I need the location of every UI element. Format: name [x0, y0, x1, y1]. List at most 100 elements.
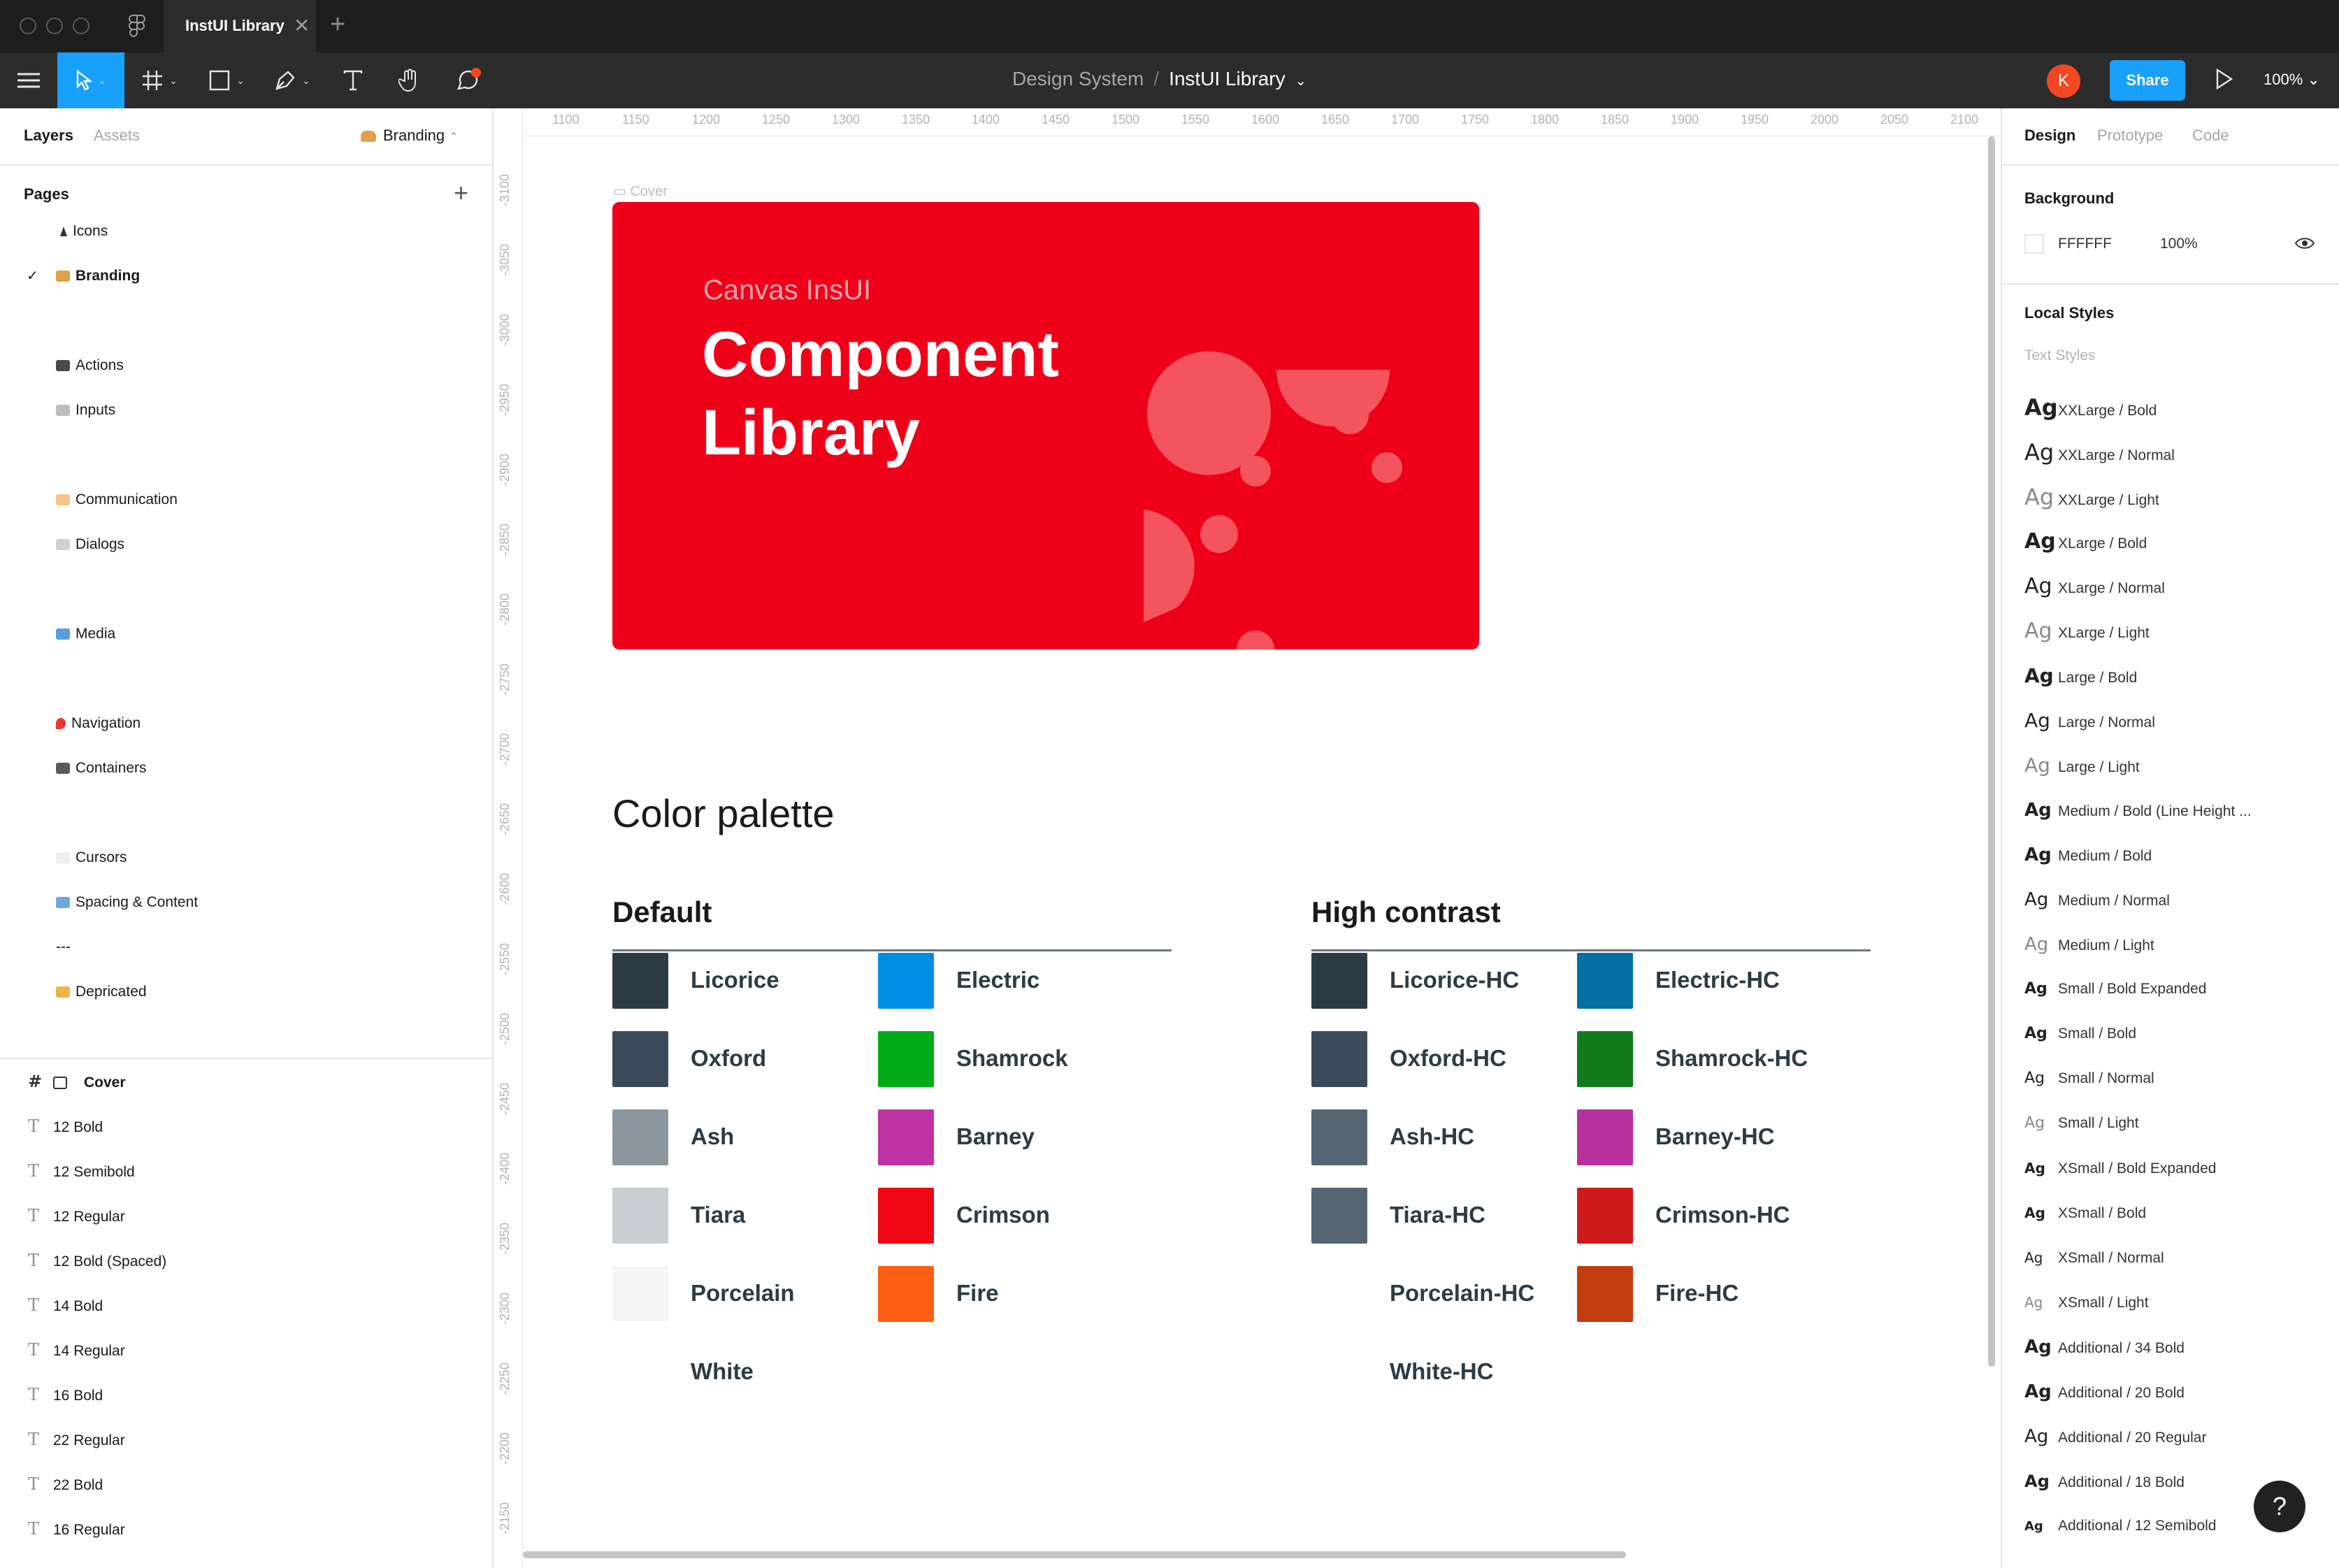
page-item[interactable]: ✓ Branding: [0, 262, 489, 290]
frame-label-cover[interactable]: ▭ Cover: [613, 182, 668, 200]
hand-tool-button[interactable]: [383, 52, 436, 108]
color-swatch[interactable]: [612, 1266, 668, 1322]
text-style-item[interactable]: Ag Large / Normal: [2024, 707, 2318, 735]
color-swatch[interactable]: [1577, 1109, 1633, 1165]
text-style-item[interactable]: Ag Small / Bold Expanded: [2024, 975, 2318, 1003]
background-hex-input[interactable]: FFFFFF: [2058, 236, 2112, 252]
color-swatch[interactable]: [1577, 1031, 1633, 1087]
tab-instui-library[interactable]: InstUI Library ✕: [164, 0, 316, 52]
color-swatch[interactable]: [612, 1031, 668, 1087]
zoom-window-button[interactable]: [73, 17, 89, 34]
layer-text[interactable]: T 12 Regular: [28, 1202, 475, 1230]
text-style-item[interactable]: AgXXLarge / Bold: [2024, 394, 2318, 422]
color-swatch[interactable]: [878, 1031, 934, 1087]
background-opacity-input[interactable]: 100%: [2160, 236, 2198, 252]
layer-frame-cover[interactable]: # Cover: [28, 1067, 475, 1095]
layer-text[interactable]: T 16 Regular: [28, 1515, 475, 1543]
layer-text[interactable]: T 16 Bold: [28, 1381, 475, 1409]
share-button[interactable]: Share: [2110, 60, 2185, 101]
text-style-item[interactable]: Ag Medium / Bold: [2024, 841, 2318, 869]
text-style-item[interactable]: Ag Large / Bold: [2024, 662, 2318, 690]
color-swatch[interactable]: [1311, 1266, 1367, 1322]
page-item[interactable]: Actions: [0, 352, 489, 380]
layer-text[interactable]: T 14 Bold: [28, 1291, 475, 1319]
text-style-item[interactable]: Ag Additional / 20 Regular: [2024, 1423, 2318, 1451]
text-style-item[interactable]: Ag XLarge / Normal: [2024, 573, 2318, 600]
main-menu-button[interactable]: [0, 52, 57, 108]
color-swatch[interactable]: [1577, 1266, 1633, 1322]
current-page-dropdown[interactable]: Branding ⌃: [361, 127, 459, 145]
new-tab-button[interactable]: +: [330, 10, 345, 40]
minimize-window-button[interactable]: [46, 17, 63, 34]
page-item[interactable]: Containers: [0, 754, 489, 782]
color-swatch[interactable]: [1311, 1109, 1367, 1165]
color-swatch[interactable]: [1577, 953, 1633, 1009]
text-style-item[interactable]: Ag XSmall / Normal: [2024, 1244, 2318, 1272]
text-style-item[interactable]: Ag XSmall / Light: [2024, 1288, 2318, 1316]
page-item[interactable]: Depricated: [0, 978, 489, 1006]
color-swatch[interactable]: [878, 953, 934, 1009]
tab-layers[interactable]: Layers: [24, 127, 73, 145]
text-style-item[interactable]: Ag XSmall / Bold Expanded: [2024, 1154, 2318, 1182]
layer-text[interactable]: T 14 Regular: [28, 1336, 475, 1364]
text-style-item[interactable]: Ag Additional / 20 Bold: [2024, 1378, 2318, 1406]
text-style-item[interactable]: Ag XXLarge / Normal: [2024, 438, 2318, 466]
page-item[interactable]: ---: [0, 933, 489, 961]
page-item[interactable]: Dialogs: [0, 531, 489, 559]
layer-text[interactable]: T 12 Bold (Spaced): [28, 1246, 475, 1274]
page-item[interactable]: Navigation: [0, 710, 489, 738]
layer-text[interactable]: T 12 Bold: [28, 1112, 475, 1140]
text-style-item[interactable]: Ag Medium / Normal: [2024, 886, 2318, 914]
tab-prototype[interactable]: Prototype: [2097, 127, 2163, 145]
color-swatch[interactable]: [1577, 1188, 1633, 1244]
add-page-button[interactable]: +: [454, 178, 468, 208]
tab-code[interactable]: Code: [2192, 127, 2229, 145]
design-canvas[interactable]: 1100 1150 1200 1250 1300 1350 1400 1450 1500 1550…: [495, 108, 2001, 1568]
horizontal-scrollbar[interactable]: [523, 1551, 1626, 1558]
present-play-icon[interactable]: [2213, 67, 2234, 91]
figma-logo-icon[interactable]: [127, 14, 147, 38]
color-swatch[interactable]: [878, 1188, 934, 1244]
page-item[interactable]: Spacing & Content: [0, 889, 489, 916]
color-swatch[interactable]: [878, 1266, 934, 1322]
help-button[interactable]: ?: [2254, 1481, 2305, 1532]
vertical-scrollbar[interactable]: [1988, 136, 1995, 1367]
color-swatch[interactable]: [878, 1109, 934, 1165]
frame-tool-button[interactable]: ⌄: [130, 52, 189, 108]
color-swatch[interactable]: [612, 953, 668, 1009]
background-color-swatch[interactable]: [2024, 234, 2044, 254]
text-style-item[interactable]: Ag Medium / Bold (Line Height ...: [2024, 796, 2318, 824]
close-window-button[interactable]: [20, 17, 36, 34]
move-tool-button[interactable]: ⌄: [57, 52, 124, 108]
chevron-down-icon[interactable]: ⌄: [1295, 73, 1307, 89]
avatar[interactable]: K: [2047, 64, 2080, 98]
layer-text[interactable]: T 22 Bold: [28, 1470, 475, 1498]
eye-visibility-icon[interactable]: [2294, 236, 2315, 251]
page-item[interactable]: Cursors: [0, 844, 489, 872]
layer-text[interactable]: T 12 Semibold: [28, 1157, 475, 1185]
page-item[interactable]: Icons: [0, 217, 489, 245]
tab-design[interactable]: Design: [2024, 127, 2075, 145]
text-style-item[interactable]: Ag Small / Light: [2024, 1109, 2318, 1137]
text-style-item[interactable]: Ag Small / Bold: [2024, 1020, 2318, 1048]
text-style-item[interactable]: Ag XLarge / Light: [2024, 617, 2318, 645]
text-style-item[interactable]: Ag Large / Light: [2024, 751, 2318, 779]
cover-frame[interactable]: Canvas InsUI Component Library: [612, 202, 1479, 649]
comment-tool-button[interactable]: [440, 52, 496, 108]
breadcrumb-project[interactable]: Design System: [1012, 68, 1144, 89]
color-swatch[interactable]: [1311, 1031, 1367, 1087]
color-swatch[interactable]: [1311, 1188, 1367, 1244]
text-style-item[interactable]: Ag Small / Normal: [2024, 1065, 2318, 1093]
text-style-item[interactable]: Ag Additional / 34 Bold: [2024, 1333, 2318, 1361]
page-item[interactable]: Inputs: [0, 396, 489, 424]
pen-tool-button[interactable]: ⌄: [263, 52, 322, 108]
color-swatch[interactable]: [612, 1188, 668, 1244]
page-item[interactable]: Media: [0, 620, 489, 648]
color-swatch[interactable]: [1311, 1344, 1367, 1400]
color-swatch[interactable]: [1311, 953, 1367, 1009]
breadcrumb-file[interactable]: InstUI Library: [1169, 68, 1286, 89]
layer-text[interactable]: T 22 Regular: [28, 1425, 475, 1453]
tab-assets[interactable]: Assets: [94, 127, 140, 145]
text-style-item[interactable]: Ag XLarge / Bold: [2024, 528, 2318, 556]
zoom-dropdown[interactable]: 100% ⌄: [2264, 71, 2320, 89]
